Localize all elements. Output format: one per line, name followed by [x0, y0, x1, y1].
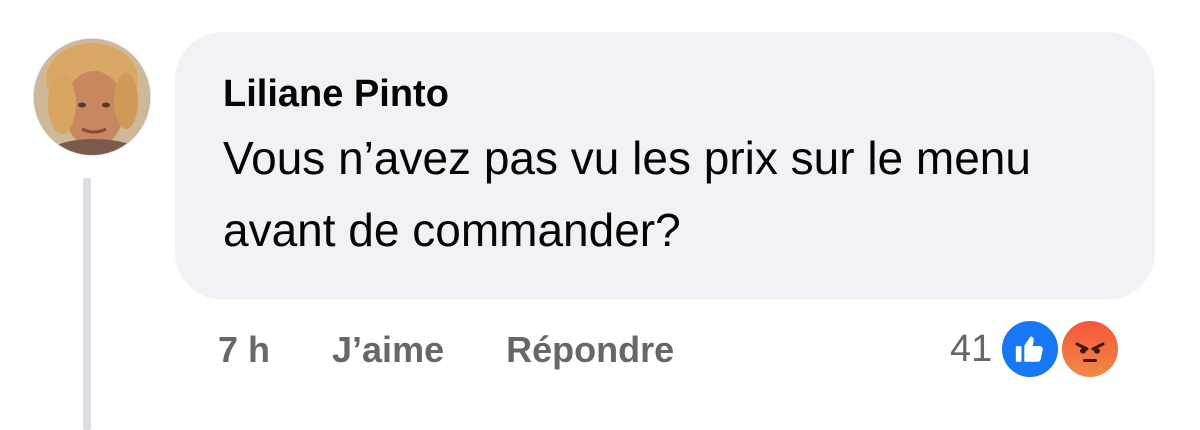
- reaction-icons: [998, 317, 1126, 381]
- avatar[interactable]: [33, 38, 151, 156]
- comment-timestamp[interactable]: 7 h: [218, 329, 270, 371]
- reaction-summary[interactable]: 41: [950, 316, 1126, 382]
- like-icon: [998, 317, 1063, 381]
- comment-bubble: Liliane Pinto Vous n’avez pas vu les pri…: [175, 32, 1155, 300]
- comment-actions: 7 h J’aime Répondre: [218, 322, 736, 378]
- thread-line: [83, 178, 91, 430]
- like-button[interactable]: J’aime: [332, 329, 444, 371]
- comment-author[interactable]: Liliane Pinto: [223, 72, 1107, 116]
- reply-button[interactable]: Répondre: [506, 329, 674, 371]
- angry-icon: [1058, 317, 1123, 381]
- comment-text: Vous n’avez pas vu les prix sur le menu …: [223, 132, 1031, 256]
- avatar-photo: [34, 39, 150, 155]
- reaction-count: 41: [950, 327, 993, 370]
